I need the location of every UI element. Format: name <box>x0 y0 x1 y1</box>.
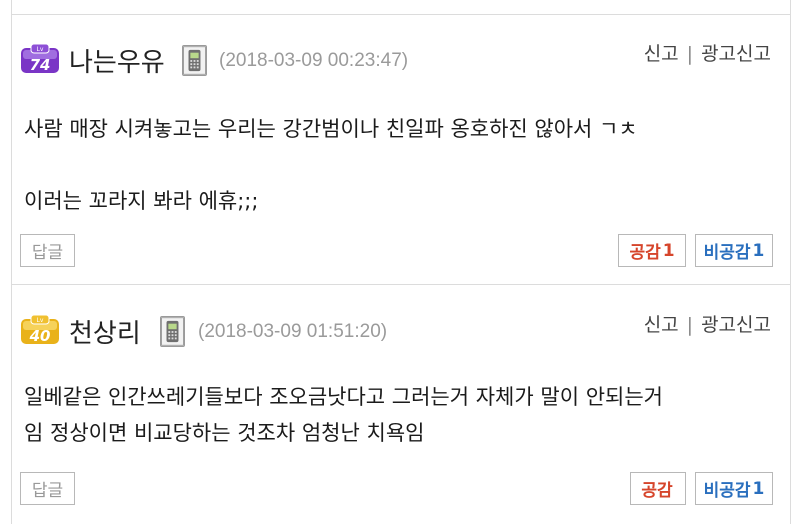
comment-line: 임 정상이면 비교당하는 것조차 엄청난 치욕임 <box>24 421 425 445</box>
comment-body: 일베같은 인간쓰레기들보다 조오금낫다고 그러는거 자체가 말이 안되는거 임 … <box>24 381 770 449</box>
reply-button[interactable]: 답글 <box>20 234 75 267</box>
report-links: 신고 | 광고신고 <box>644 310 771 337</box>
report-links: 신고 | 광고신고 <box>644 39 771 66</box>
comment-date: (2018-03-09 01:51:20) <box>198 321 388 342</box>
mobile-phone-icon <box>182 45 207 76</box>
like-label: 공감 <box>641 481 673 501</box>
comment-line <box>24 145 770 177</box>
dislike-button[interactable]: 비공감 1 <box>695 472 773 505</box>
svg-text:40: 40 <box>29 327 51 345</box>
dislike-count: 1 <box>752 478 765 499</box>
nickname[interactable]: 천상리 <box>69 313 141 350</box>
like-count: 1 <box>662 240 675 261</box>
svg-text:Lv: Lv <box>37 46 44 53</box>
mobile-phone-icon <box>160 316 185 347</box>
report-link[interactable]: 신고 <box>644 314 679 336</box>
svg-text:74: 74 <box>30 56 51 74</box>
ad-report-link[interactable]: 광고신고 <box>701 43 771 65</box>
svg-text:Lv: Lv <box>37 317 44 324</box>
comment-date: (2018-03-09 00:23:47) <box>219 50 409 71</box>
comment-line: 이러는 꼬라지 봐라 에휴;;; <box>24 189 259 213</box>
comment-list: Lv 74 나는우유 (2018-03-09 00:23:47) 신고 | 광고신고… <box>11 0 791 524</box>
dislike-label: 비공감 <box>703 243 751 263</box>
comment-line: 사람 매장 시켜놓고는 우리는 강간범이나 친일파 옹호하진 않아서 ㄱㅊ <box>24 117 638 141</box>
comment-line: 일베같은 인간쓰레기들보다 조오금낫다고 그러는거 자체가 말이 안되는거 <box>24 385 663 409</box>
like-label: 공감 <box>629 243 661 263</box>
level-badge-icon: Lv 40 <box>21 315 59 345</box>
comment-body: 사람 매장 시켜놓고는 우리는 강간범이나 친일파 옹호하진 않아서 ㄱㅊ 이러… <box>24 113 770 217</box>
separator: | <box>686 43 694 65</box>
separator: | <box>686 314 694 336</box>
like-button[interactable]: 공감 1 <box>618 234 686 267</box>
comment-item: Lv 74 나는우유 (2018-03-09 00:23:47) 신고 | 광고신고… <box>12 15 790 285</box>
dislike-label: 비공감 <box>703 481 751 501</box>
ad-report-link[interactable]: 광고신고 <box>701 314 771 336</box>
dislike-count: 1 <box>752 240 765 261</box>
reply-button[interactable]: 답글 <box>20 472 75 505</box>
divider <box>12 0 790 15</box>
like-button[interactable]: 공감 <box>630 472 686 505</box>
level-badge-icon: Lv 74 <box>21 44 59 74</box>
nickname[interactable]: 나는우유 <box>69 42 165 79</box>
dislike-button[interactable]: 비공감 1 <box>695 234 773 267</box>
report-link[interactable]: 신고 <box>644 43 679 65</box>
comment-item: Lv 40 천상리 (2018-03-09 01:51:20) 신고 | 광고신고 … <box>12 286 790 524</box>
